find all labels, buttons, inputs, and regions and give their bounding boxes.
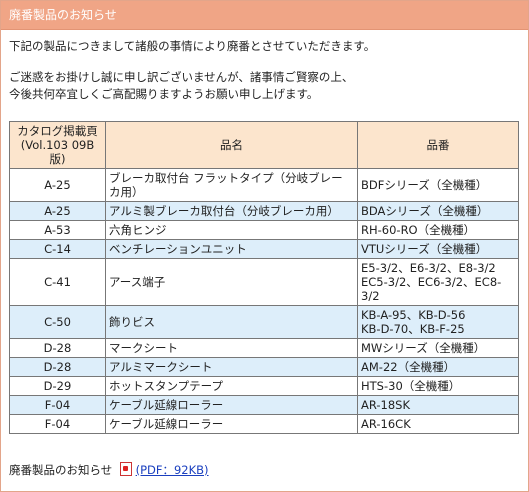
cell-product-name: ケーブル延線ローラー bbox=[105, 395, 358, 415]
cell-catalog-page: C-50 bbox=[9, 305, 106, 339]
table-row: D-28 アルミマークシート AM-22（全機種） bbox=[9, 357, 519, 377]
cell-product-number: AR-16CK bbox=[357, 414, 519, 434]
cell-product-number: AM-22（全機種） bbox=[357, 357, 519, 377]
column-header-catalog-page-line1: カタログ掲載頁 bbox=[17, 124, 98, 138]
column-header-catalog-page-line2: (Vol.103 09B版) bbox=[20, 138, 95, 166]
column-header-product-number: 品番 bbox=[357, 121, 519, 169]
footer: 廃番製品のお知らせ (PDF：92KB) bbox=[9, 462, 209, 478]
pdf-icon bbox=[119, 462, 132, 476]
cell-catalog-page: C-14 bbox=[9, 239, 106, 259]
table-row: C-14 ベンチレーションユニット VTUシリーズ（全機種） bbox=[9, 239, 519, 259]
intro-line-3: 今後共何卒宜しくご高配賜りますようお願い申し上げます。 bbox=[9, 87, 319, 101]
discontinued-products-table: カタログ掲載頁 (Vol.103 09B版) 品名 品番 A-25 ブレーカ取付台… bbox=[9, 121, 519, 434]
table-row: C-41 アース端子 E5-3/2、E6-3/2、E8-3/2 EC5-3/2、EC6… bbox=[9, 258, 519, 306]
table-row: C-50 飾りビス KB-A-95、KB-D-56 KB-D-70、KB-F-25 bbox=[9, 305, 519, 339]
intro-line-1: 下記の製品につきまして諸般の事情により廃番とさせていただきます。 bbox=[9, 39, 376, 53]
cell-product-name: マークシート bbox=[105, 338, 358, 358]
table-row: A-25 アルミ製ブレーカ取付台（分岐ブレーカ用） BDAシリーズ（全機種） bbox=[9, 201, 519, 221]
cell-product-name: ケーブル延線ローラー bbox=[105, 414, 358, 434]
cell-catalog-page: F-04 bbox=[9, 414, 106, 434]
pdf-download-link[interactable]: (PDF：92KB) bbox=[136, 463, 209, 477]
cell-product-number: KB-A-95、KB-D-56 KB-D-70、KB-F-25 bbox=[357, 305, 519, 339]
cell-catalog-page: D-28 bbox=[9, 338, 106, 358]
table-row: F-04 ケーブル延線ローラー AR-16CK bbox=[9, 414, 519, 434]
notice-panel: 廃番製品のお知らせ 下記の製品につきまして諸般の事情により廃番とさせていただきま… bbox=[0, 0, 529, 492]
cell-product-number: VTUシリーズ（全機種） bbox=[357, 239, 519, 259]
cell-product-name: ベンチレーションユニット bbox=[105, 239, 358, 259]
cell-product-name: アルミ製ブレーカ取付台（分岐ブレーカ用） bbox=[105, 201, 358, 221]
cell-catalog-page: A-25 bbox=[9, 201, 106, 221]
cell-product-name: 飾りビス bbox=[105, 305, 358, 339]
cell-product-number: MWシリーズ（全機種） bbox=[357, 338, 519, 358]
column-header-product-name: 品名 bbox=[105, 121, 358, 169]
table-row: F-04 ケーブル延線ローラー AR-18SK bbox=[9, 395, 519, 415]
cell-catalog-page: D-29 bbox=[9, 376, 106, 396]
cell-catalog-page: F-04 bbox=[9, 395, 106, 415]
cell-product-name: ブレーカ取付台 フラットタイプ（分岐ブレーカ用） bbox=[105, 168, 358, 202]
table-header-row: カタログ掲載頁 (Vol.103 09B版) 品名 品番 bbox=[9, 121, 519, 169]
table-row: D-29 ホットスタンプテープ HTS-30（全機種） bbox=[9, 376, 519, 396]
table-body: A-25 ブレーカ取付台 フラットタイプ（分岐ブレーカ用） BDFシリーズ（全機種）… bbox=[9, 168, 519, 434]
intro-text: 下記の製品につきまして諸般の事情により廃番とさせていただきます。 ご迷惑をお掛け… bbox=[1, 30, 528, 103]
cell-product-name: ホットスタンプテープ bbox=[105, 376, 358, 396]
cell-product-number: BDFシリーズ（全機種） bbox=[357, 168, 519, 202]
cell-product-number: AR-18SK bbox=[357, 395, 519, 415]
cell-product-number: BDAシリーズ（全機種） bbox=[357, 201, 519, 221]
cell-catalog-page: A-25 bbox=[9, 168, 106, 202]
intro-line-2: ご迷惑をお掛けし誠に申し訳ございませんが、諸事情ご賢察の上、 bbox=[9, 70, 354, 84]
cell-product-name: アース端子 bbox=[105, 258, 358, 306]
table-row: D-28 マークシート MWシリーズ（全機種） bbox=[9, 338, 519, 358]
column-header-catalog-page: カタログ掲載頁 (Vol.103 09B版) bbox=[9, 121, 106, 169]
cell-catalog-page: D-28 bbox=[9, 357, 106, 377]
footer-label: 廃番製品のお知らせ bbox=[9, 463, 113, 477]
cell-catalog-page: C-41 bbox=[9, 258, 106, 306]
cell-product-name: アルミマークシート bbox=[105, 357, 358, 377]
panel-title: 廃番製品のお知らせ bbox=[1, 1, 528, 30]
cell-catalog-page: A-53 bbox=[9, 220, 106, 240]
table-row: A-53 六角ヒンジ RH-60-RO（全機種） bbox=[9, 220, 519, 240]
cell-product-name: 六角ヒンジ bbox=[105, 220, 358, 240]
cell-product-number: HTS-30（全機種） bbox=[357, 376, 519, 396]
table-row: A-25 ブレーカ取付台 フラットタイプ（分岐ブレーカ用） BDFシリーズ（全機種） bbox=[9, 168, 519, 202]
cell-product-number: E5-3/2、E6-3/2、E8-3/2 EC5-3/2、EC6-3/2、EC8-… bbox=[357, 258, 519, 306]
cell-product-number: RH-60-RO（全機種） bbox=[357, 220, 519, 240]
